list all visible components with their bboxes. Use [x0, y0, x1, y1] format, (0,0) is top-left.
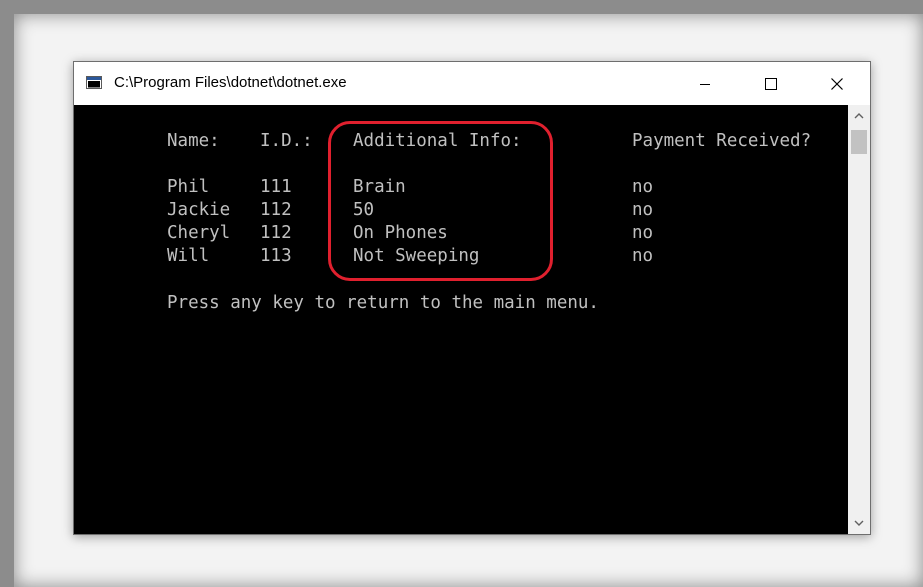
close-icon [831, 77, 843, 90]
row-payment: no [632, 246, 654, 266]
close-button[interactable] [814, 62, 860, 105]
row-name: Will [167, 246, 210, 266]
window-title: C:\Program Files\dotnet\dotnet.exe [114, 74, 347, 91]
chevron-down-icon [854, 520, 864, 526]
row-payment: no [632, 177, 654, 197]
minimize-button[interactable] [682, 62, 728, 105]
scroll-up-button[interactable] [848, 105, 870, 127]
row-name: Phil [167, 177, 210, 197]
return-prompt: Press any key to return to the main menu… [167, 293, 599, 313]
row-id: 112 [260, 223, 292, 243]
scroll-down-button[interactable] [848, 512, 870, 534]
console-output[interactable]: Name: I.D.: Additional Info: Payment Rec… [74, 105, 848, 534]
row-payment: no [632, 200, 654, 220]
row-name: Jackie [167, 200, 231, 220]
highlight-annotation [328, 121, 553, 281]
header-payment-received: Payment Received? [632, 131, 812, 151]
row-payment: no [632, 223, 654, 243]
console-window: C:\Program Files\dotnet\dotnet.exe Name:… [73, 61, 871, 535]
row-id: 113 [260, 246, 292, 266]
row-id: 112 [260, 200, 292, 220]
header-id: I.D.: [260, 131, 313, 151]
maximize-button[interactable] [748, 62, 794, 105]
minimize-icon [700, 83, 710, 85]
maximize-icon [765, 77, 777, 90]
header-name: Name: [167, 131, 220, 151]
row-id: 111 [260, 177, 292, 197]
row-name: Cheryl [167, 223, 231, 243]
vertical-scrollbar[interactable] [848, 105, 870, 534]
scroll-thumb[interactable] [851, 130, 867, 154]
chevron-up-icon [854, 113, 864, 119]
console-app-icon [86, 76, 102, 89]
title-bar[interactable]: C:\Program Files\dotnet\dotnet.exe [74, 62, 870, 105]
